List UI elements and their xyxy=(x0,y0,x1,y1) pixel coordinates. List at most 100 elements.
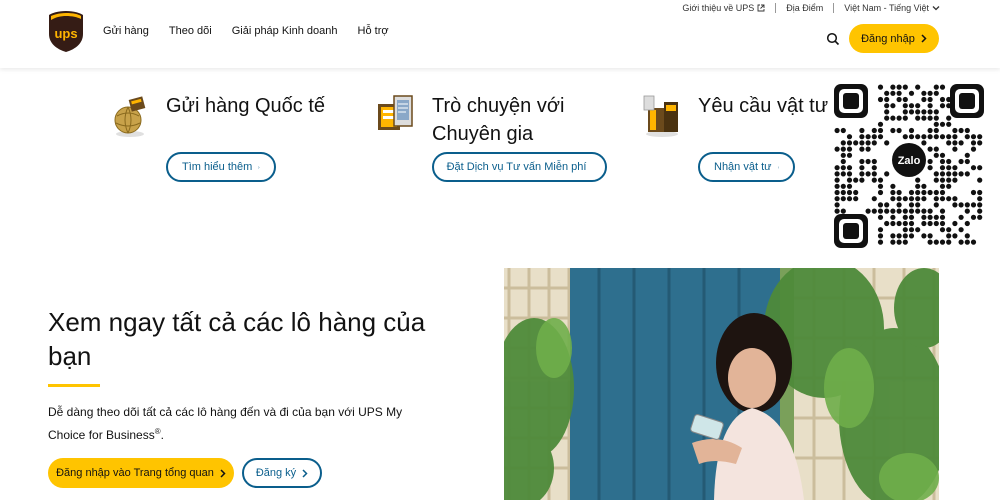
qr-module xyxy=(939,121,946,127)
qr-module xyxy=(896,127,902,134)
qr-module xyxy=(884,202,890,208)
dashboard-login-button[interactable]: Đăng nhập vào Trang tổng quan xyxy=(48,458,234,488)
qr-module xyxy=(846,165,853,171)
qr-module xyxy=(921,109,927,115)
qr-module xyxy=(896,90,902,96)
qr-module xyxy=(890,90,896,96)
qr-module xyxy=(933,121,939,127)
qr-module xyxy=(846,171,853,177)
qr-module xyxy=(890,196,896,202)
qr-module xyxy=(915,196,921,202)
qr-module xyxy=(927,158,933,165)
qr-module xyxy=(846,183,853,189)
qr-module xyxy=(958,227,964,233)
qr-module xyxy=(933,152,939,158)
qr-module xyxy=(859,140,865,146)
nav-item-business[interactable]: Giải pháp Kinh doanh xyxy=(232,25,338,37)
qr-module xyxy=(859,146,865,152)
qr-module xyxy=(877,183,884,189)
about-ups-link[interactable]: Giới thiệu về UPS xyxy=(682,3,765,13)
qr-module xyxy=(939,189,946,196)
qr-module xyxy=(927,165,933,171)
nav-item-track[interactable]: Theo dõi xyxy=(169,25,212,37)
qr-module xyxy=(970,189,977,196)
qr-module xyxy=(902,134,908,140)
qr-module xyxy=(952,140,958,146)
qr-module xyxy=(834,183,840,189)
qr-module xyxy=(846,189,853,196)
get-supplies-label: Nhận vật tư xyxy=(714,161,772,173)
language-selector[interactable]: Việt Nam - Tiếng Việt xyxy=(844,3,940,13)
qr-module xyxy=(896,220,902,227)
qr-module xyxy=(964,239,970,245)
login-button[interactable]: Đăng nhập xyxy=(849,24,939,53)
qr-module xyxy=(902,208,908,214)
qr-module xyxy=(877,127,884,134)
qr-module xyxy=(958,171,964,177)
qr-module xyxy=(964,127,970,134)
qr-module xyxy=(890,115,896,121)
qr-finder-bottom-left xyxy=(834,214,868,248)
qr-module xyxy=(927,146,933,152)
ups-logo[interactable]: ups xyxy=(48,10,84,53)
qr-module xyxy=(884,103,890,109)
qr-module xyxy=(921,208,927,214)
qr-module xyxy=(939,239,946,245)
qr-module xyxy=(946,227,952,233)
qr-module xyxy=(890,127,896,134)
divider xyxy=(833,3,835,13)
qr-module xyxy=(908,208,915,214)
qr-module xyxy=(853,177,859,183)
qr-module xyxy=(859,127,865,134)
qr-module xyxy=(915,183,921,189)
chevron-right-icon xyxy=(921,34,927,43)
feature-title-line-2: Chuyên gia xyxy=(432,123,534,145)
qr-module xyxy=(977,177,983,183)
qr-module xyxy=(927,233,933,239)
qr-module xyxy=(908,233,915,239)
get-supplies-button[interactable]: Nhận vật tư xyxy=(698,152,795,182)
search-icon[interactable] xyxy=(826,32,840,46)
qr-module xyxy=(964,134,970,140)
nav-item-ship[interactable]: Gửi hàng xyxy=(103,25,149,37)
feature-title: Yêu cầu vật tư xyxy=(698,95,829,117)
qr-module xyxy=(927,214,933,220)
qr-module xyxy=(946,140,952,146)
qr-module xyxy=(933,196,939,202)
chevron-down-icon xyxy=(932,6,940,11)
qr-module xyxy=(877,202,884,208)
learn-more-button[interactable]: Tìm hiểu thêm xyxy=(166,152,276,182)
qr-module xyxy=(915,227,921,233)
consult-laptop-icon xyxy=(378,95,413,130)
register-button[interactable]: Đăng ký xyxy=(242,458,322,488)
qr-module xyxy=(939,214,946,220)
qr-module xyxy=(908,214,915,220)
qr-module xyxy=(840,208,846,214)
qr-module xyxy=(921,220,927,227)
qr-module xyxy=(846,146,853,152)
locations-link[interactable]: Địa Điểm xyxy=(786,3,823,13)
qr-module xyxy=(908,202,915,208)
qr-module xyxy=(946,165,952,171)
book-consultation-button[interactable]: Đặt Dịch vụ Tư vấn Miễn phí xyxy=(432,152,607,182)
qr-module xyxy=(890,208,896,214)
qr-module xyxy=(877,121,884,127)
qr-module xyxy=(890,183,896,189)
qr-module xyxy=(902,214,908,220)
nav-item-support[interactable]: Hỗ trợ xyxy=(358,25,389,37)
qr-module xyxy=(958,140,964,146)
qr-module xyxy=(939,183,946,189)
qr-module xyxy=(946,103,952,109)
qr-module xyxy=(908,189,915,196)
qr-module xyxy=(890,239,896,245)
book-consultation-label: Đặt Dịch vụ Tư vấn Miễn phí xyxy=(446,161,587,173)
qr-module xyxy=(921,183,927,189)
qr-module xyxy=(902,227,908,233)
qr-module xyxy=(902,239,908,245)
qr-module xyxy=(840,140,846,146)
qr-module xyxy=(915,202,921,208)
qr-module xyxy=(908,103,915,109)
qr-module xyxy=(834,202,840,208)
chevron-right-icon xyxy=(302,468,308,478)
qr-module xyxy=(877,227,884,233)
